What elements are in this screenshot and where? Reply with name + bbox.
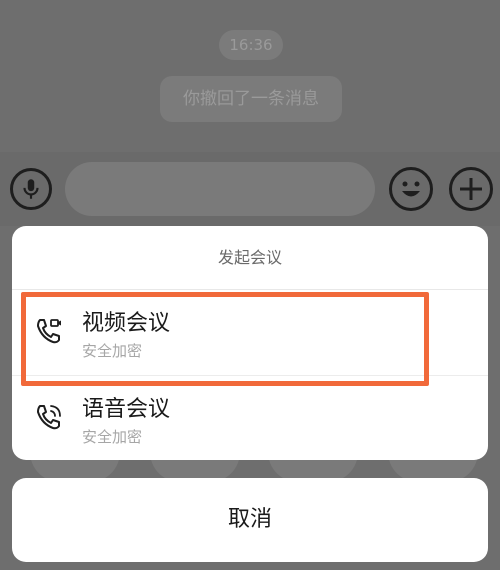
voice-call-icon: [37, 405, 61, 430]
message-input[interactable]: [65, 162, 375, 216]
option-label: 语音会议: [82, 397, 171, 422]
emoji-button[interactable]: [389, 167, 433, 211]
option-video-meeting[interactable]: 视频会议 安全加密: [12, 290, 488, 375]
microphone-icon: [23, 179, 39, 199]
voice-input-button[interactable]: [10, 168, 52, 210]
more-button[interactable]: [449, 167, 493, 211]
cancel-button[interactable]: 取消: [12, 478, 488, 562]
recall-notice: 你撤回了一条消息: [160, 76, 342, 122]
option-label: 视频会议: [82, 311, 171, 336]
meeting-action-sheet: 发起会议 视频会议 安全加密 语音会议 安全加密: [12, 226, 488, 460]
video-call-icon: [37, 319, 61, 344]
sheet-title: 发起会议: [12, 226, 488, 290]
timestamp: 16:36: [219, 30, 283, 60]
plus-icon: [460, 178, 482, 200]
option-subtitle: 安全加密: [82, 342, 143, 360]
option-subtitle: 安全加密: [82, 428, 143, 446]
option-voice-meeting[interactable]: 语音会议 安全加密: [12, 375, 488, 460]
smiley-icon: [402, 181, 420, 197]
